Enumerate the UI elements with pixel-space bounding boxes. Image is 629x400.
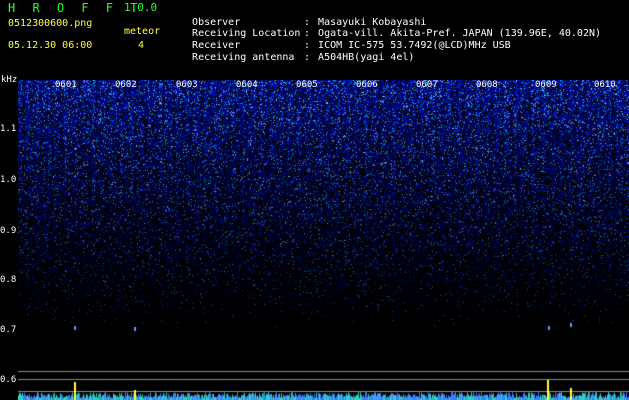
x-tick-label: 0607 — [416, 80, 438, 90]
x-tick-label: 0609 — [535, 80, 557, 90]
x-tick-label: 0603 — [176, 80, 198, 90]
app-version: 1.0.0 — [124, 1, 158, 14]
y-tick-label: 1.1 — [0, 124, 17, 134]
y-tick-label: 0.8 — [0, 275, 17, 285]
x-tick-label: 0606 — [356, 80, 378, 90]
y-tick-label: 0.9 — [0, 226, 17, 236]
x-tick-label: 0602 — [115, 80, 137, 90]
app-title: H R O F F T — [8, 1, 143, 15]
date-time: 05.12.30 06:00 — [8, 40, 93, 51]
info-key: Receiving antenna — [192, 52, 295, 63]
info-value: A504HB(yagi 4el) — [318, 52, 415, 63]
khz-unit-label: kHz — [1, 75, 18, 85]
y-tick-label: 1.0 — [0, 175, 17, 185]
file-name: 0512300600.png — [8, 18, 93, 29]
meteor-label: meteor — [124, 26, 161, 37]
x-tick-label: 0601 — [55, 80, 77, 90]
x-tick-label: 0605 — [296, 80, 318, 90]
y-tick-label: 0.7 — [0, 325, 17, 335]
x-tick-label: 0610 — [594, 80, 616, 90]
spectrogram-plot — [18, 80, 629, 400]
meteor-count: 4 — [138, 40, 145, 51]
x-tick-label: 0604 — [236, 80, 258, 90]
info-antenna: Receiving antenna: A504HB(yagi 4el) — [192, 52, 415, 63]
x-tick-label: 0608 — [476, 80, 498, 90]
y-tick-label: 0.6 — [0, 375, 17, 385]
